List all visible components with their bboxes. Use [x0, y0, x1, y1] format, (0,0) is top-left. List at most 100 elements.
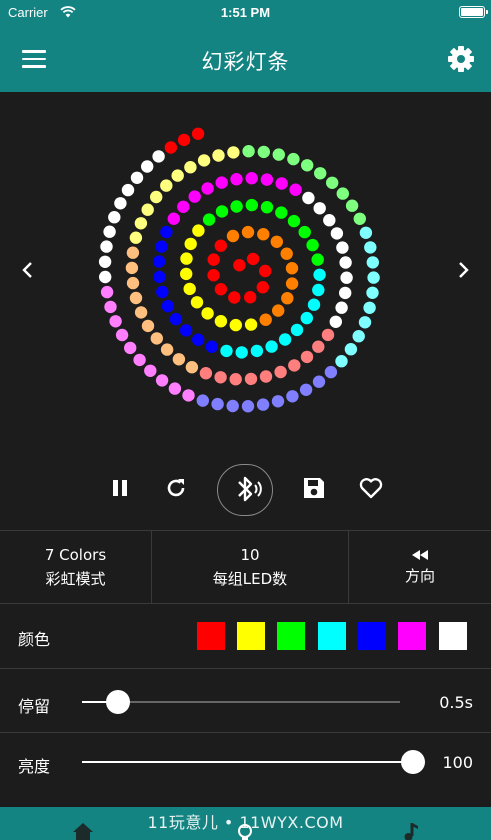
led-dot — [335, 355, 348, 368]
led-dot — [161, 299, 175, 313]
chevron-left-icon[interactable] — [18, 260, 38, 280]
led-dot — [168, 382, 182, 395]
led-dot — [171, 169, 184, 182]
led-dot — [335, 301, 348, 314]
color-swatch-4[interactable] — [318, 622, 346, 650]
pause-slider[interactable] — [82, 689, 400, 715]
led-dot — [169, 312, 183, 326]
color-swatch-7[interactable] — [439, 622, 467, 650]
led-dot — [152, 150, 165, 163]
led-dot — [363, 301, 376, 314]
led-dot — [300, 311, 313, 325]
chevron-right-icon[interactable] — [453, 260, 473, 280]
brightness-label: 亮度 — [18, 757, 51, 776]
mode-colors-count: 7 Colors — [44, 546, 107, 564]
led-dot — [226, 229, 240, 243]
led-dot — [336, 241, 349, 254]
color-label: 颜色 — [18, 630, 51, 649]
led-dot — [172, 353, 186, 366]
led-dot — [103, 225, 116, 238]
led-dot — [207, 253, 220, 266]
led-dot — [245, 198, 258, 212]
mode-selector[interactable]: 7 Colors 彩虹模式 — [0, 531, 152, 604]
led-dot — [214, 283, 228, 296]
led-dot — [256, 398, 270, 411]
pause-icon[interactable] — [106, 474, 134, 502]
led-dot — [191, 127, 205, 140]
led-dot — [207, 269, 220, 282]
led-dot — [141, 160, 154, 173]
led-dot — [182, 389, 195, 402]
brightness-slider[interactable] — [82, 749, 425, 775]
led-dot — [259, 370, 273, 383]
led-dot — [114, 197, 127, 210]
color-swatch-6[interactable] — [398, 622, 426, 650]
led-dot — [324, 365, 338, 379]
brightness-row: 亮度 100 — [0, 733, 491, 807]
led-dot — [233, 259, 246, 272]
led-dot — [344, 343, 358, 356]
led-dot — [272, 148, 285, 161]
status-bar: Carrier 1:51 PM — [0, 0, 491, 26]
color-swatch-3[interactable] — [277, 622, 305, 650]
led-dot — [312, 340, 325, 353]
led-dot — [366, 286, 379, 299]
led-dot — [212, 149, 225, 162]
led-dot — [353, 212, 366, 225]
led-dot — [227, 146, 240, 159]
led-dot — [230, 173, 243, 186]
led-dot — [205, 340, 218, 353]
led-dot — [133, 353, 146, 367]
led-dot — [160, 179, 173, 192]
led-dot — [339, 286, 352, 300]
led-dot — [366, 256, 379, 269]
color-swatch-5[interactable] — [358, 622, 386, 650]
direction-toggle[interactable]: 方向 — [349, 531, 491, 604]
led-dot — [299, 383, 313, 396]
led-dot — [100, 285, 114, 299]
led-dot — [201, 307, 214, 320]
led-dot — [177, 200, 190, 213]
refresh-icon[interactable] — [162, 474, 190, 502]
save-icon[interactable] — [300, 474, 328, 502]
led-dot — [301, 159, 314, 172]
led-dot — [180, 252, 193, 265]
led-dot — [285, 262, 299, 275]
led-preview-area — [0, 92, 491, 530]
led-dot — [150, 190, 163, 204]
led-dot — [314, 167, 327, 180]
led-dot — [271, 395, 285, 408]
led-dot — [184, 161, 197, 174]
led-dot — [153, 270, 166, 284]
bluetooth-button[interactable] — [217, 464, 273, 516]
mode-info-row: 7 Colors 彩虹模式 10 每组LED数 方向 — [0, 530, 491, 604]
led-dot — [124, 341, 137, 355]
led-dot — [260, 201, 274, 214]
brightness-slider-thumb[interactable] — [401, 750, 425, 774]
led-dot — [298, 225, 311, 239]
led-dot — [359, 226, 373, 239]
led-dot — [211, 397, 224, 411]
brightness-value: 100 — [442, 753, 473, 772]
color-swatch-1[interactable] — [197, 622, 225, 650]
led-dot — [180, 267, 193, 281]
led-dot — [326, 176, 339, 189]
heart-icon[interactable] — [357, 474, 385, 502]
led-dot — [289, 183, 302, 196]
pause-slider-thumb[interactable] — [106, 690, 130, 714]
gear-icon[interactable] — [447, 45, 475, 73]
led-dot — [177, 133, 191, 147]
led-dot — [275, 206, 288, 219]
led-dot — [141, 203, 154, 216]
led-dot — [345, 199, 359, 212]
led-dot — [329, 315, 342, 328]
led-dot — [160, 343, 174, 356]
led-dot — [241, 225, 255, 239]
led-dot — [300, 350, 314, 364]
led-dot — [150, 332, 163, 345]
led-dot — [230, 200, 243, 213]
color-swatch-2[interactable] — [237, 622, 265, 650]
leds-per-group-selector[interactable]: 10 每组LED数 — [152, 531, 349, 604]
led-dot — [188, 190, 201, 203]
led-dot — [100, 240, 113, 253]
